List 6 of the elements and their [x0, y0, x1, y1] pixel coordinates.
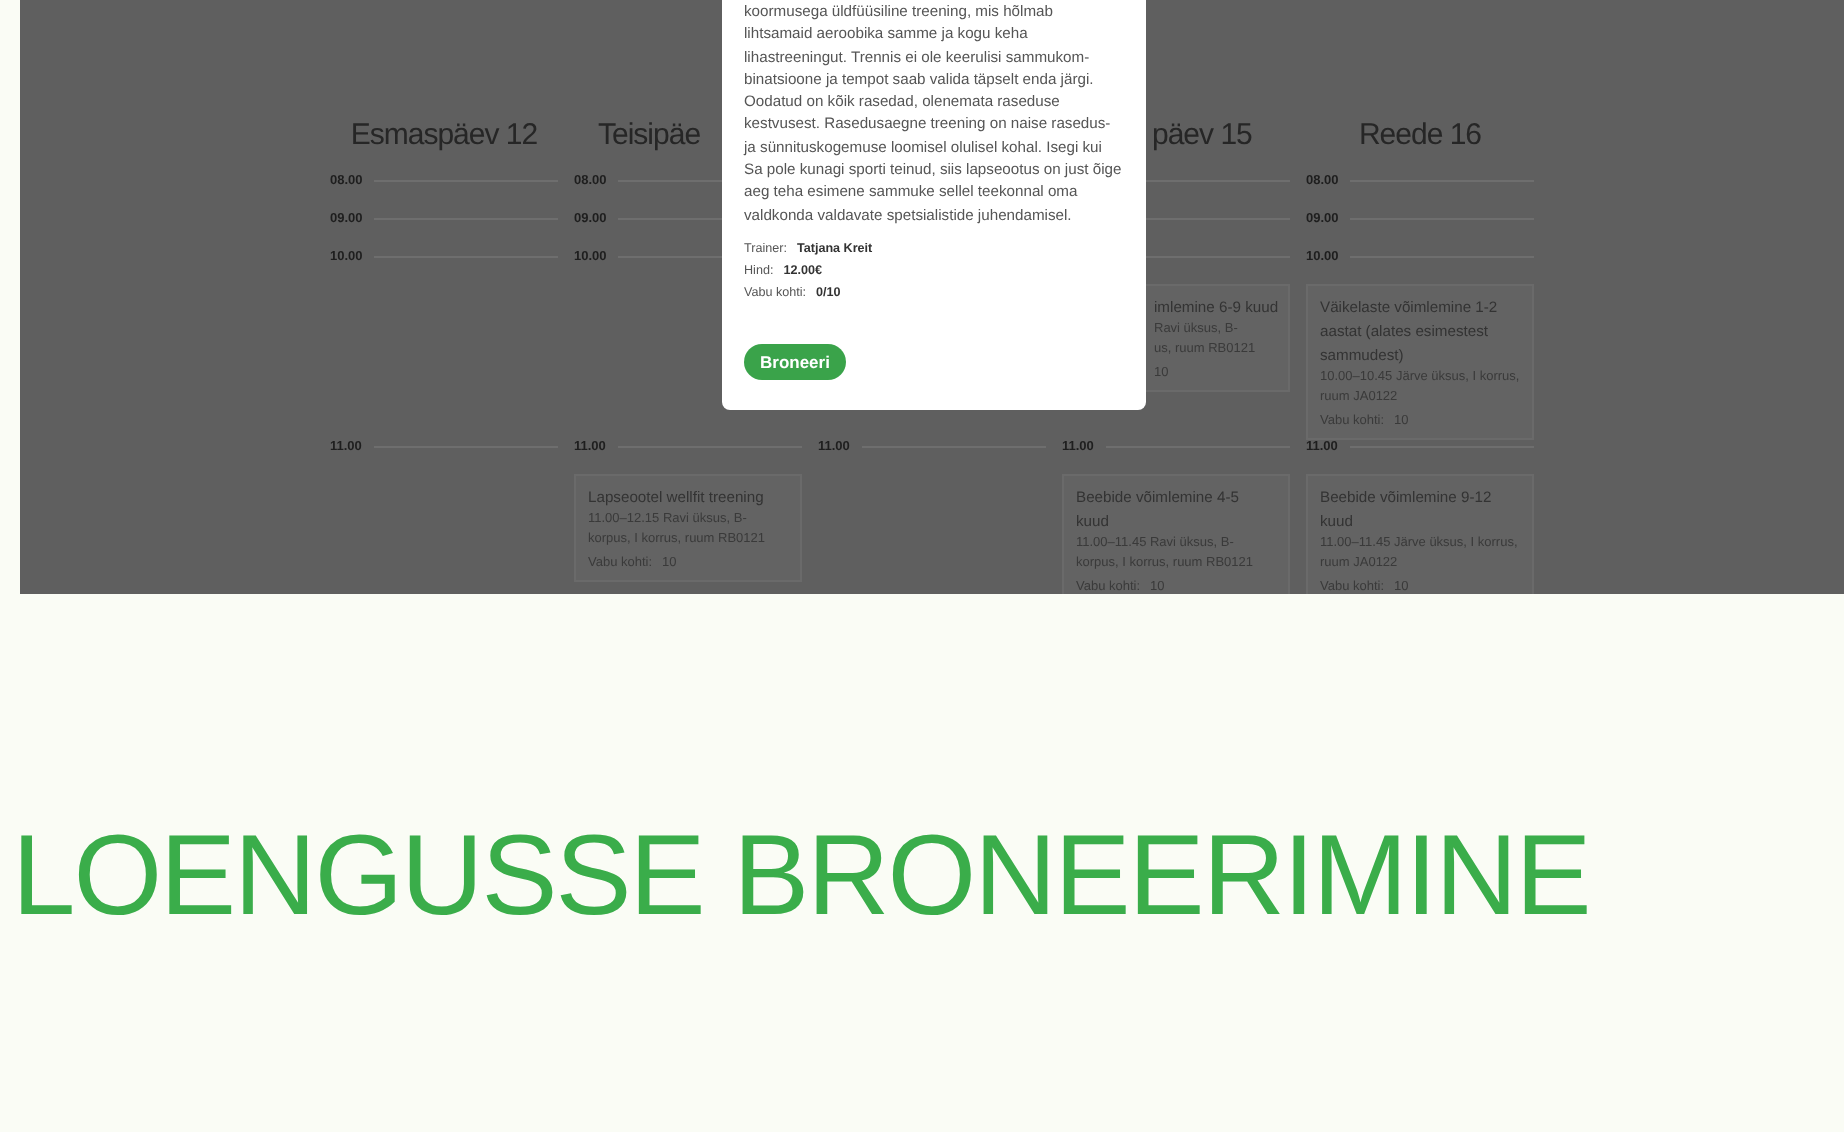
section-title: LOENGUSSE BRONEERIMINE [10, 810, 1592, 942]
book-button[interactable]: Broneeri [744, 343, 846, 380]
day-header: päev 15 [1152, 118, 1252, 152]
day-header: Reede 16 [1358, 118, 1482, 152]
day-header: Esmaspäev 12 [350, 118, 538, 152]
day-header: Teisipäe [598, 118, 701, 152]
